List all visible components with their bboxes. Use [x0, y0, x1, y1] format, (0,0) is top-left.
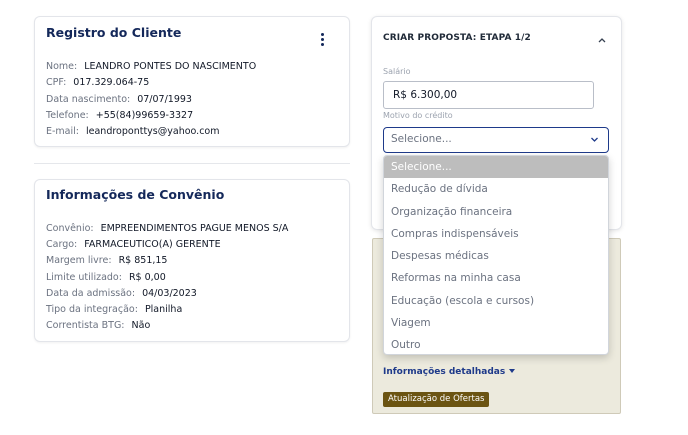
- client-field-phone: Telefone: +55(84)99659-3327: [46, 110, 193, 121]
- credit-purpose-dropdown: Selecione... Redução de dívida Organizaç…: [383, 155, 609, 355]
- field-value: 017.329.064-75: [73, 77, 150, 88]
- field-value: +55(84)99659-3327: [95, 110, 194, 121]
- field-label: Tipo da integração:: [46, 304, 138, 315]
- agreement-field-convenio: Convênio: EMPREENDIMENTOS PAGUE MENOS S/A: [46, 223, 288, 234]
- field-value: R$ 0,00: [128, 272, 166, 283]
- agreement-field-integration: Tipo da integração: Planilha: [46, 304, 182, 315]
- salary-input[interactable]: R$ 6.300,00: [383, 81, 594, 109]
- client-registration-card: Registro do Cliente Nome: LEANDRO PONTES …: [34, 16, 350, 147]
- credit-purpose-select[interactable]: Selecione...: [383, 127, 609, 153]
- field-label: Convênio:: [46, 223, 94, 234]
- option-travel[interactable]: Viagem: [384, 312, 608, 334]
- option-debt-reduction[interactable]: Redução de dívida: [384, 178, 608, 200]
- field-value: R$ 851,15: [118, 255, 168, 266]
- field-label: Data nascimento:: [46, 94, 131, 105]
- field-label: CPF:: [46, 77, 67, 88]
- chevron-up-icon[interactable]: [597, 35, 607, 45]
- field-value: 04/03/2023: [142, 288, 197, 299]
- agreement-card-title: Informações de Convênio: [46, 187, 225, 202]
- option-other[interactable]: Outro: [384, 334, 608, 354]
- credit-purpose-label: Motivo do crédito: [383, 111, 453, 120]
- section-divider: [34, 163, 350, 164]
- offers-update-badge[interactable]: Atualização de Ofertas: [383, 392, 490, 407]
- field-value: 07/07/1993: [137, 94, 192, 105]
- agreement-field-limit: Limite utilizado: R$ 0,00: [46, 272, 166, 283]
- field-value: leandroponttys@yahoo.com: [86, 126, 220, 137]
- field-value: Não: [131, 320, 151, 331]
- field-label: Margem livre:: [46, 255, 112, 266]
- field-label: Nome:: [46, 61, 78, 72]
- field-label: Limite utilizado:: [46, 272, 122, 283]
- option-education[interactable]: Educação (escola e cursos): [384, 290, 608, 312]
- agreement-field-btg: Correntista BTG: Não: [46, 320, 150, 331]
- agreement-info-card: Informações de Convênio Convênio: EMPREEN…: [34, 179, 350, 342]
- agreement-field-admission: Data da admissão: 04/03/2023: [46, 288, 197, 299]
- field-value: LEANDRO PONTES DO NASCIMENTO: [84, 61, 257, 72]
- client-field-cpf: CPF: 017.329.064-75: [46, 77, 149, 88]
- client-field-name: Nome: LEANDRO PONTES DO NASCIMENTO: [46, 61, 256, 72]
- option-select-placeholder[interactable]: Selecione...: [384, 156, 608, 179]
- field-label: Telefone:: [46, 110, 89, 121]
- option-essential-purchases[interactable]: Compras indispensáveis: [384, 223, 608, 245]
- field-value: FARMACEUTICO(A) GERENTE: [84, 239, 221, 250]
- field-label: Cargo:: [46, 239, 78, 250]
- detailed-info-toggle[interactable]: Informações detalhadas: [383, 367, 516, 377]
- select-value: Selecione...: [391, 133, 452, 145]
- client-field-birthdate: Data nascimento: 07/07/1993: [46, 94, 192, 105]
- option-financial-organization[interactable]: Organização financeira: [384, 201, 608, 223]
- field-value: Planilha: [144, 304, 183, 315]
- field-label: Correntista BTG:: [46, 320, 125, 331]
- caret-down-icon: [509, 369, 516, 373]
- agreement-field-margin: Margem livre: R$ 851,15: [46, 255, 167, 266]
- proposal-step-title: CRIAR PROPOSTA: ETAPA 1/2: [383, 33, 531, 43]
- option-home-renovation[interactable]: Reformas na minha casa: [384, 267, 608, 289]
- field-value: EMPREENDIMENTOS PAGUE MENOS S/A: [100, 223, 289, 234]
- field-label: Data da admissão:: [46, 288, 136, 299]
- field-label: E-mail:: [46, 126, 79, 137]
- detailed-info-label: Informações detalhadas: [383, 367, 506, 377]
- salary-label: Salário: [383, 67, 411, 76]
- client-card-title: Registro do Cliente: [46, 25, 182, 40]
- client-field-email: E-mail: leandroponttys@yahoo.com: [46, 126, 219, 137]
- option-medical-expenses[interactable]: Despesas médicas: [384, 245, 608, 267]
- kebab-menu-icon[interactable]: [315, 32, 329, 48]
- chevron-down-icon: [591, 137, 598, 142]
- agreement-field-cargo: Cargo: FARMACEUTICO(A) GERENTE: [46, 239, 221, 250]
